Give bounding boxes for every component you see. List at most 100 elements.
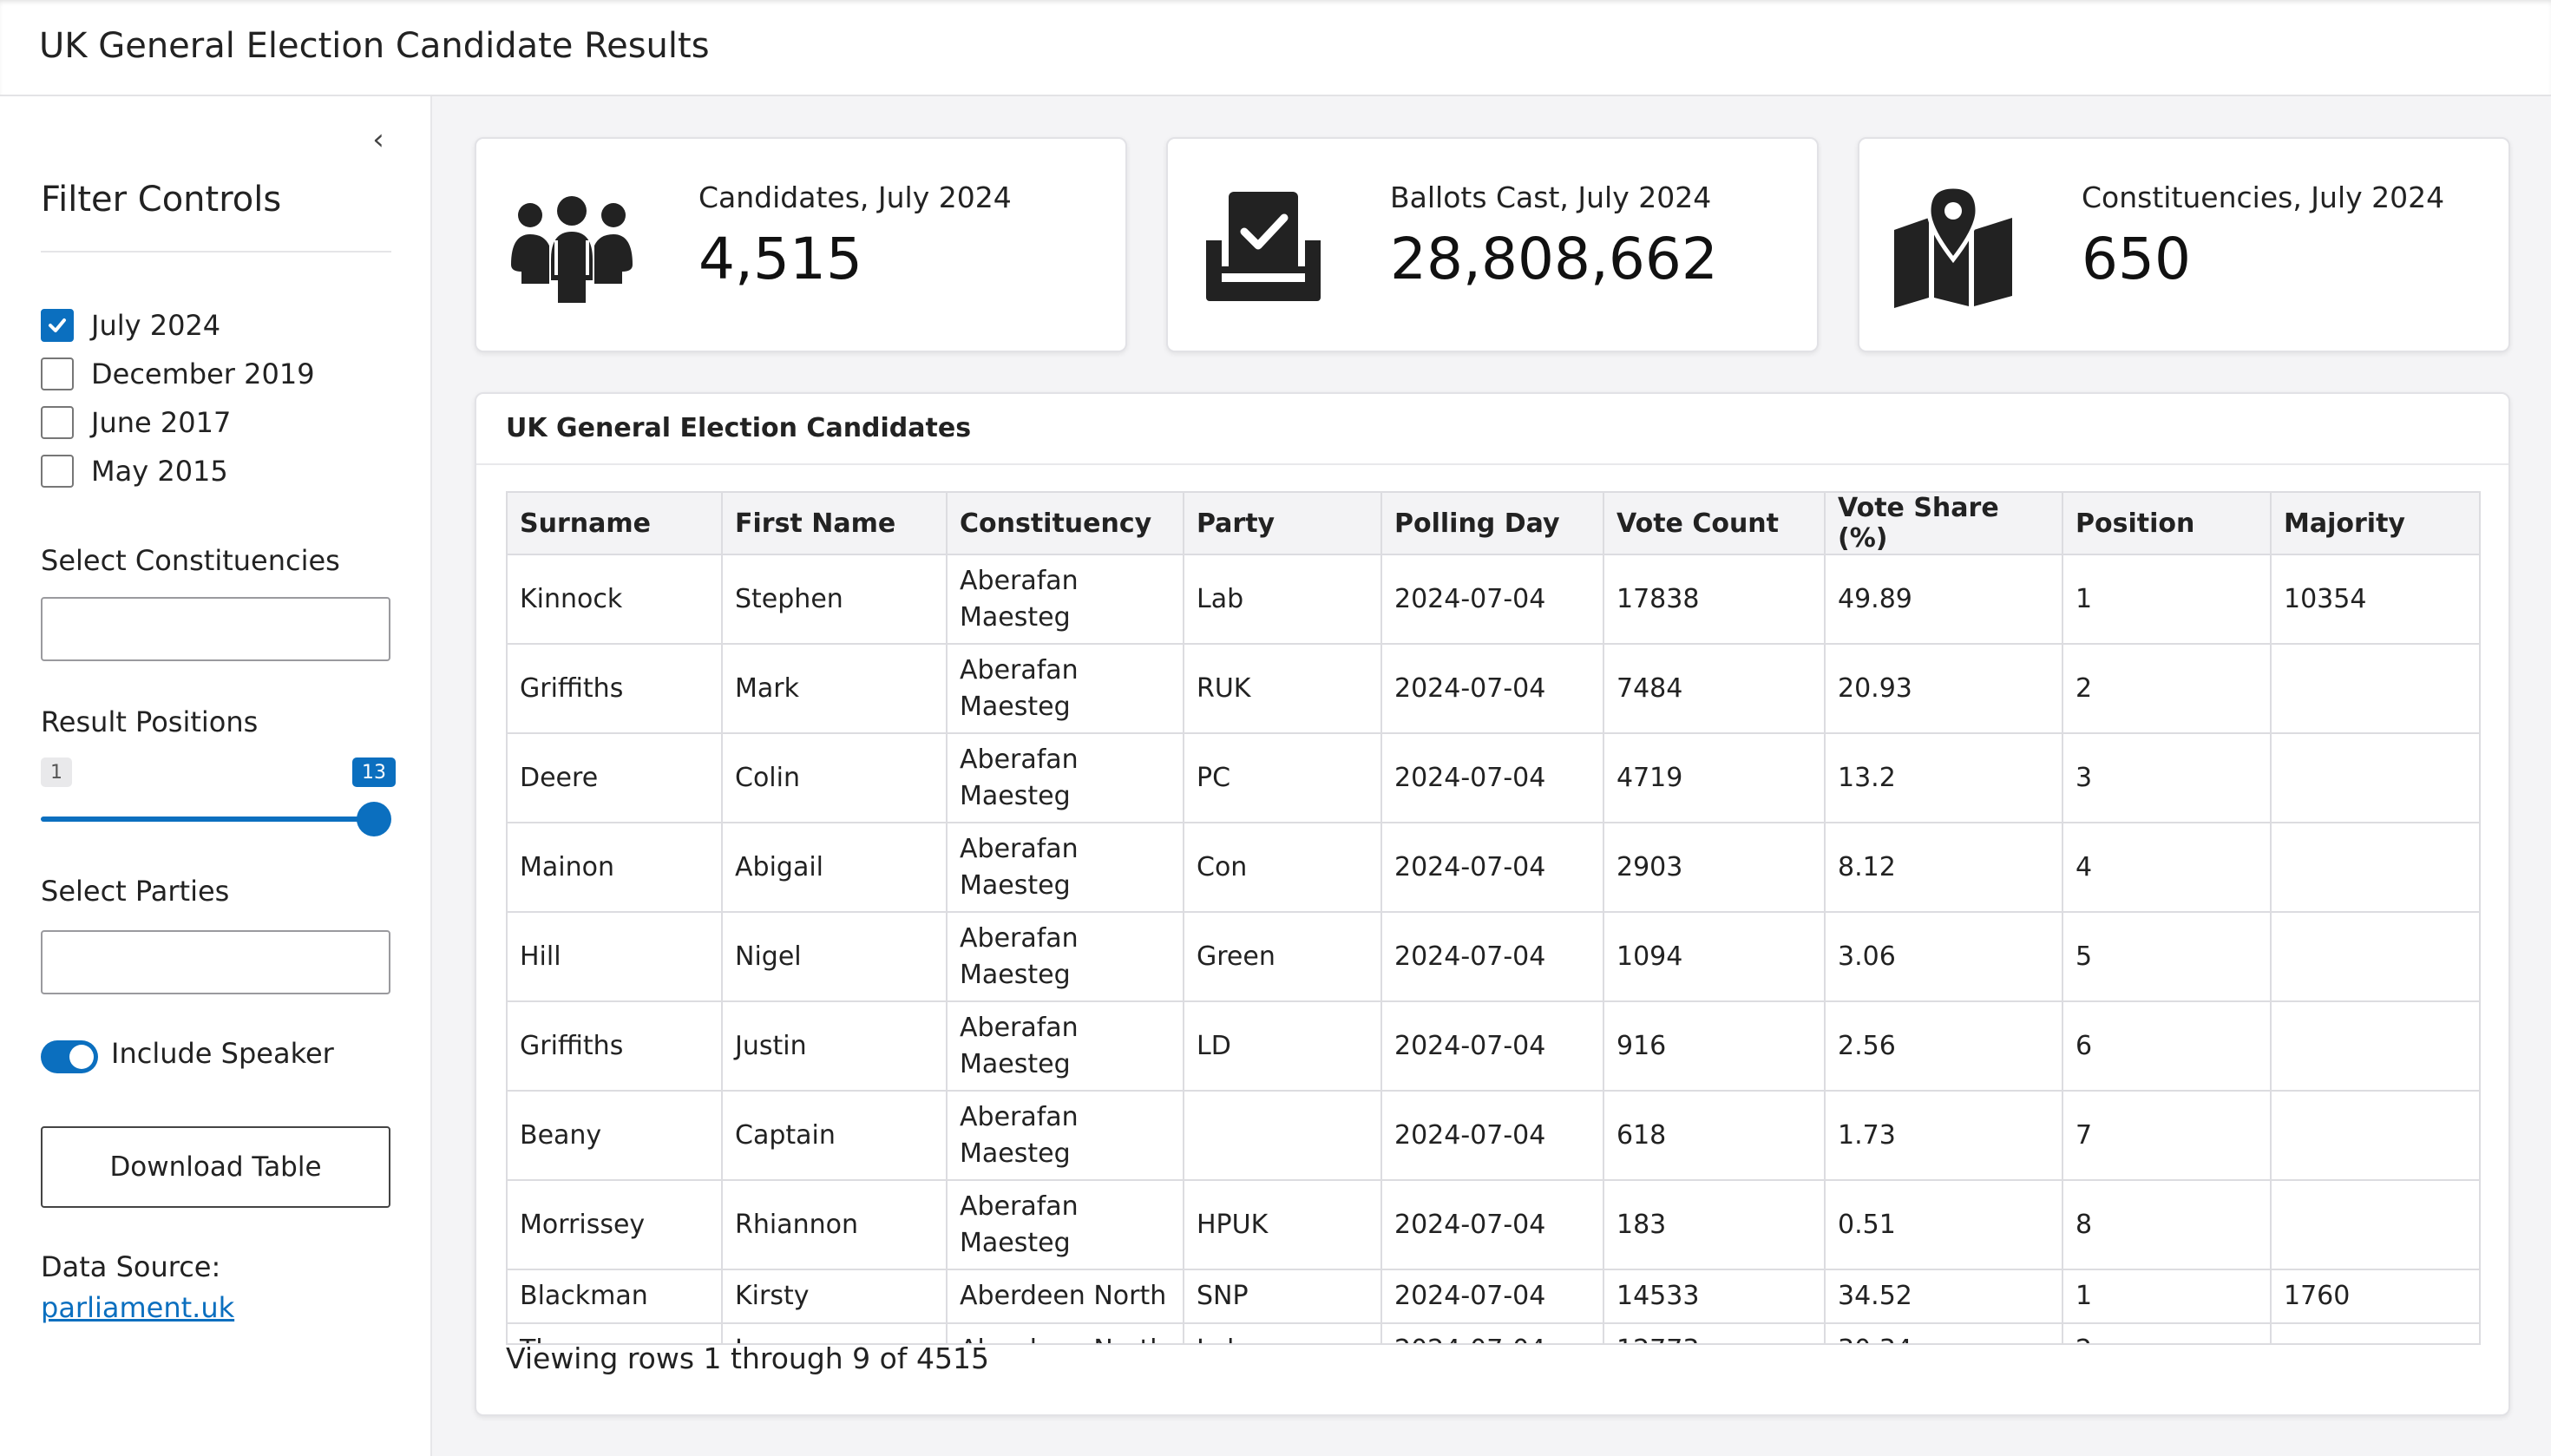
table-row[interactable]: Blackman Kirsty Aberdeen North SNP 2024-07-0… — [508, 1269, 2479, 1324]
parties-input[interactable] — [41, 930, 390, 994]
checkbox-unchecked-icon[interactable] — [41, 357, 74, 390]
checkbox-unchecked-icon[interactable] — [41, 406, 74, 439]
cell-majority — [2271, 912, 2479, 1002]
cell-constituency: Aberafan Maesteg — [947, 1091, 1184, 1181]
cell-vote-share: 13.2 — [1825, 733, 2063, 823]
cell-surname: Griffiths — [508, 1001, 723, 1092]
cell-constituency: Aberafan Maesteg — [947, 823, 1184, 913]
panel-title: UK General Election Candidates — [506, 413, 972, 443]
candidates-label: Candidates, July 2024 — [698, 180, 1012, 214]
panel-header: UK General Election Candidates — [476, 394, 2508, 465]
collapse-sidebar-icon[interactable]: ‹ — [363, 124, 394, 155]
cell-first-name: Rhiannon — [722, 1180, 948, 1270]
column-header-surname[interactable]: Surname — [508, 493, 723, 555]
cell-vote-count: 2903 — [1603, 823, 1826, 913]
cell-position: 2 — [2062, 1323, 2272, 1343]
table-row[interactable]: Deere Colin Aberafan Maesteg PC 2024-07-04 47… — [508, 733, 2479, 823]
column-header-position[interactable]: Position — [2062, 493, 2272, 555]
cell-polling-day: 2024-07-04 — [1381, 1323, 1604, 1343]
cell-position: 7 — [2062, 1091, 2272, 1181]
cell-vote-count: 17838 — [1603, 554, 1826, 645]
checkbox-checked-icon[interactable] — [41, 309, 74, 342]
cell-majority: 10354 — [2271, 554, 2479, 645]
cell-party: Green — [1184, 912, 1382, 1002]
map-pin-icon — [1894, 187, 2012, 308]
cell-vote-count: 916 — [1603, 1001, 1826, 1092]
column-header-constituency[interactable]: Constituency — [947, 493, 1184, 555]
candidates-value: 4,515 — [698, 226, 862, 292]
checkbox-december-2019[interactable]: December 2019 — [41, 357, 315, 391]
cell-position: 1 — [2062, 554, 2272, 645]
cell-constituency: Aberafan Maesteg — [947, 912, 1184, 1002]
cell-party: Lab — [1184, 1323, 1382, 1343]
checkbox-label: May 2015 — [91, 455, 228, 488]
table-row[interactable]: Kinnock Stephen Aberafan Maesteg Lab 2024-07… — [508, 554, 2479, 645]
cell-majority — [2271, 1323, 2479, 1343]
cell-vote-share: 8.12 — [1825, 823, 2063, 913]
cell-party — [1184, 1091, 1382, 1181]
candidates-card: Candidates, July 2024 4,515 — [475, 137, 1127, 352]
cell-surname: Deere — [508, 733, 723, 823]
ballots-card: Ballots Cast, July 2024 28,808,662 — [1166, 137, 1819, 352]
cell-vote-share: 1.73 — [1825, 1091, 2063, 1181]
table-row[interactable]: Morrissey Rhiannon Aberafan Maesteg HPUK 202… — [508, 1180, 2479, 1270]
cell-majority: 1760 — [2271, 1269, 2479, 1324]
ballots-value: 28,808,662 — [1390, 226, 1718, 292]
cell-party: Con — [1184, 823, 1382, 913]
slider-handle[interactable] — [357, 802, 391, 836]
cell-first-name: Captain — [722, 1091, 948, 1181]
cell-surname: Kinnock — [508, 554, 723, 645]
table-row[interactable]: Hill Nigel Aberafan Maesteg Green 2024-07-04… — [508, 912, 2479, 1002]
data-source-link[interactable]: parliament.uk — [41, 1291, 234, 1324]
cell-vote-count: 1094 — [1603, 912, 1826, 1002]
cell-constituency: Aberafan Maesteg — [947, 554, 1184, 645]
column-header-vote-share[interactable]: Vote Share (%) — [1825, 493, 2063, 555]
cell-vote-share: 49.89 — [1825, 554, 2063, 645]
cell-polling-day: 2024-07-04 — [1381, 733, 1604, 823]
table-row[interactable]: Beany Captain Aberafan Maesteg 2024-07-04 61… — [508, 1091, 2479, 1181]
cell-position: 8 — [2062, 1180, 2272, 1270]
cell-first-name: Stephen — [722, 554, 948, 645]
cell-polling-day: 2024-07-04 — [1381, 1091, 1604, 1181]
cell-surname: Blackman — [508, 1269, 723, 1324]
column-header-polling-day[interactable]: Polling Day — [1381, 493, 1604, 555]
constituencies-input[interactable] — [41, 597, 390, 661]
cell-position: 4 — [2062, 823, 2272, 913]
column-header-first-name[interactable]: First Name — [722, 493, 948, 555]
cell-first-name: Kirsty — [722, 1269, 948, 1324]
cell-majority — [2271, 1180, 2479, 1270]
table-row[interactable]: Mainon Abigail Aberafan Maesteg Con 2024-07-… — [508, 823, 2479, 913]
cell-vote-count: 183 — [1603, 1180, 1826, 1270]
column-header-majority[interactable]: Majority — [2271, 493, 2479, 555]
cell-vote-share: 0.51 — [1825, 1180, 2063, 1270]
checkbox-may-2015[interactable]: May 2015 — [41, 454, 228, 489]
constituencies-card-label: Constituencies, July 2024 — [2082, 180, 2445, 214]
checkbox-june-2017[interactable]: June 2017 — [41, 405, 231, 440]
ballot-box-icon — [1206, 192, 1321, 301]
cell-vote-count: 4719 — [1603, 733, 1826, 823]
filter-title: Filter Controls — [41, 180, 282, 220]
data-source-label: Data Source: — [41, 1250, 221, 1283]
cell-party: LD — [1184, 1001, 1382, 1092]
column-header-party[interactable]: Party — [1184, 493, 1382, 555]
download-table-button[interactable]: Download Table — [41, 1126, 390, 1208]
position-slider[interactable] — [41, 817, 374, 822]
cell-party: Lab — [1184, 554, 1382, 645]
table-scroll-area[interactable]: Surname First Name Constituency Party Po… — [506, 491, 2481, 1345]
cell-polling-day: 2024-07-04 — [1381, 554, 1604, 645]
include-speaker-toggle[interactable] — [41, 1040, 98, 1073]
column-header-vote-count[interactable]: Vote Count — [1603, 493, 1826, 555]
cell-majority — [2271, 823, 2479, 913]
cell-position: 1 — [2062, 1269, 2272, 1324]
slider-max-badge: 13 — [352, 758, 396, 787]
cell-first-name: Abigail — [722, 823, 948, 913]
checkbox-july-2024[interactable]: July 2024 — [41, 308, 220, 343]
table-row[interactable]: Griffiths Justin Aberafan Maesteg LD 2024-07… — [508, 1001, 2479, 1092]
cell-position: 3 — [2062, 733, 2272, 823]
cell-polling-day: 2024-07-04 — [1381, 1269, 1604, 1324]
ballots-label: Ballots Cast, July 2024 — [1390, 180, 1712, 214]
checkbox-unchecked-icon[interactable] — [41, 455, 74, 488]
sidebar: ‹ Filter Controls July 2024 December 201… — [0, 96, 432, 1456]
candidates-table: Surname First Name Constituency Party Po… — [508, 493, 2479, 1343]
table-row[interactable]: Griffiths Mark Aberafan Maesteg RUK 2024-07-… — [508, 644, 2479, 734]
